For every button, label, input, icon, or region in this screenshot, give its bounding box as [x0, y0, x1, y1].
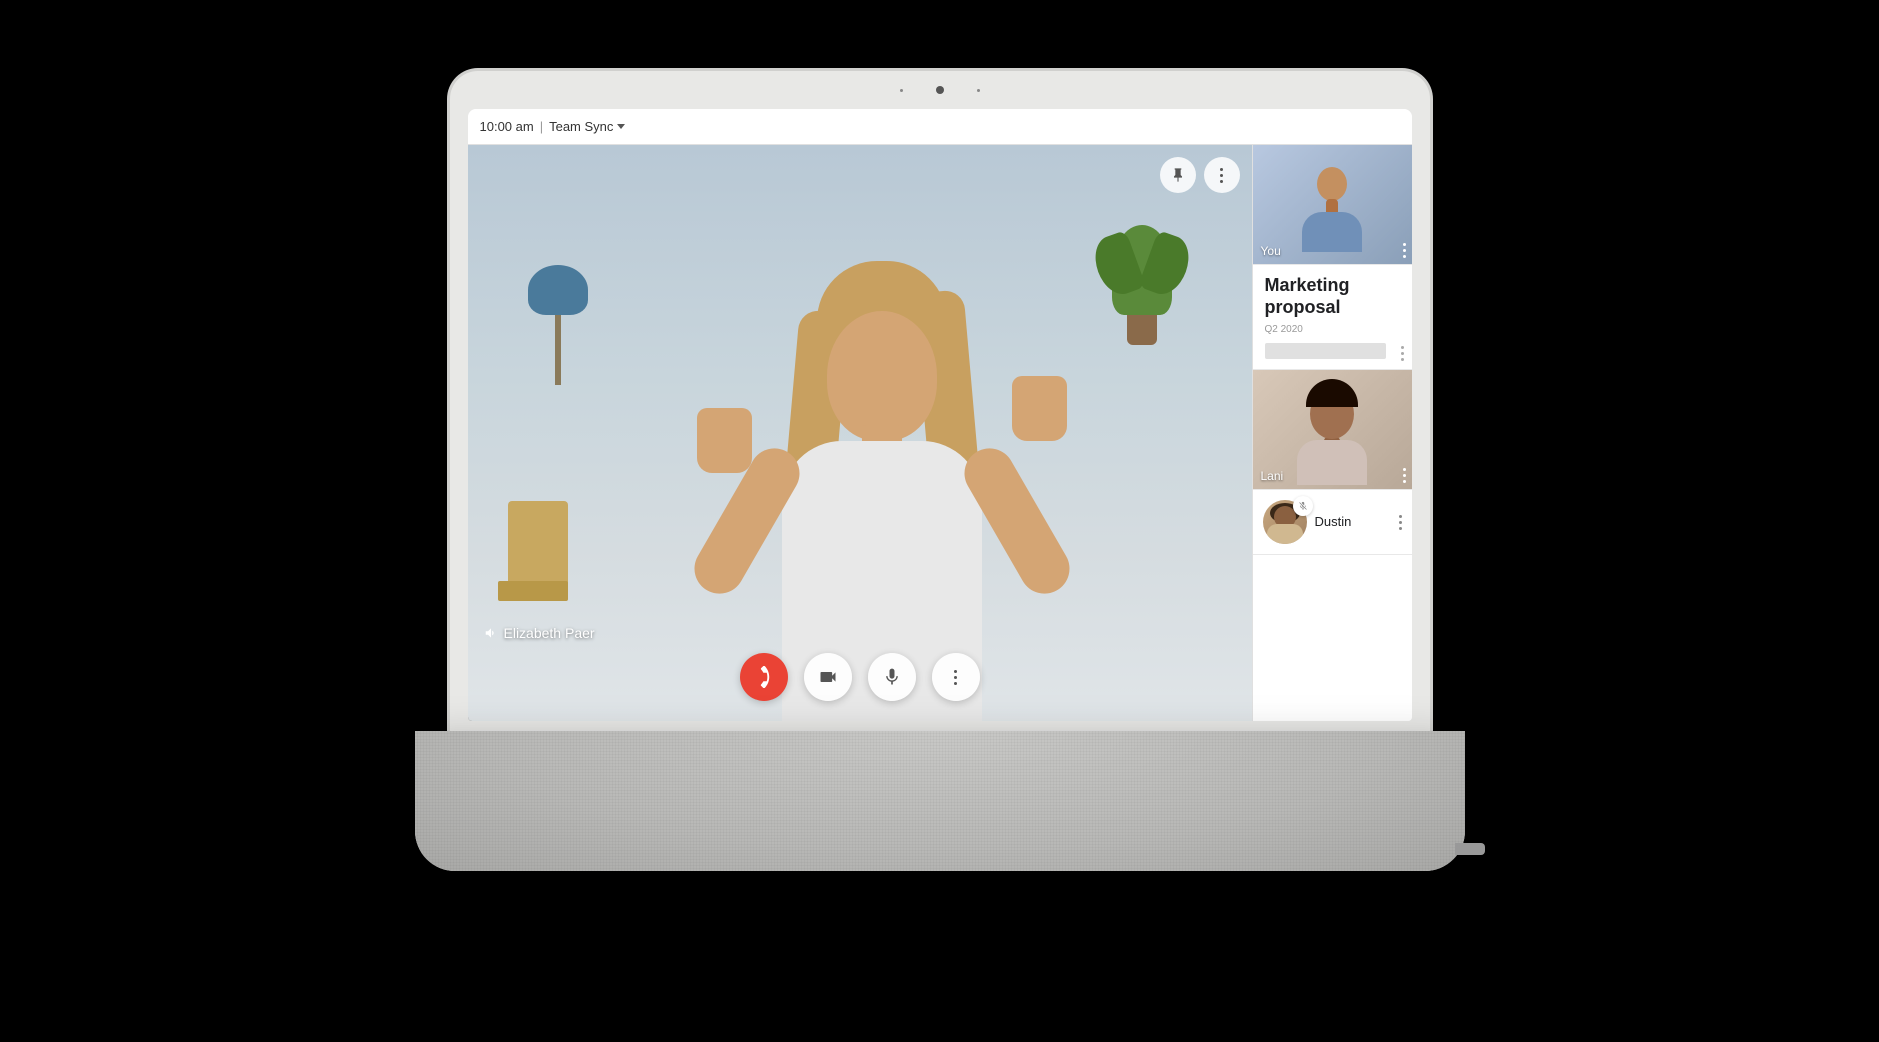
camera-lens — [936, 86, 944, 94]
participant-name-text: Elizabeth Paer — [504, 625, 595, 641]
mute-icon — [1298, 501, 1308, 511]
hangup-icon — [753, 666, 775, 688]
you-more-icon — [1403, 243, 1406, 258]
lani-hair — [1306, 379, 1358, 407]
document-tile[interactable]: Marketing proposal Q2 2020 — [1253, 265, 1412, 370]
video-more-button[interactable] — [1204, 157, 1240, 193]
woman-hand-right — [1012, 376, 1067, 441]
pin-icon — [1170, 167, 1186, 183]
device-stand — [415, 731, 1465, 871]
dustin-body — [1267, 524, 1303, 544]
dustin-participant-row: Dustin — [1253, 490, 1412, 555]
header-bar: 10:00 am | Team Sync — [468, 109, 1412, 145]
lani-more-button[interactable] — [1403, 468, 1406, 483]
you-figure — [1292, 157, 1372, 252]
more-dots-icon — [1220, 168, 1223, 183]
participant-name-overlay: Elizabeth Paer — [484, 625, 595, 641]
you-participant-tile: You — [1253, 145, 1412, 265]
doc-preview-bar — [1265, 343, 1387, 359]
bg-chair — [498, 501, 578, 641]
pin-button[interactable] — [1160, 157, 1196, 193]
dustin-avatar-wrapper — [1263, 500, 1307, 544]
you-label: You — [1261, 244, 1281, 258]
lani-label: Lani — [1261, 469, 1284, 483]
lamp-shade — [528, 265, 588, 315]
doc-more-button[interactable] — [1401, 346, 1404, 361]
hangup-button[interactable] — [740, 653, 788, 701]
dustin-name: Dustin — [1315, 514, 1352, 529]
call-area: Elizabeth Paer — [468, 145, 1412, 721]
google-nest-hub-device: 10:00 am | Team Sync — [415, 71, 1465, 971]
bg-plant — [1112, 225, 1172, 345]
camera-toggle-button[interactable] — [804, 653, 852, 701]
lamp-stand — [555, 315, 561, 385]
header-separator: | — [540, 119, 543, 134]
more-options-button[interactable] — [932, 653, 980, 701]
camera-indicator-right — [977, 89, 980, 92]
bg-lamp — [528, 265, 588, 385]
lani-more-icon — [1403, 468, 1406, 483]
device-screen-housing: 10:00 am | Team Sync — [450, 71, 1430, 731]
mic-toggle-button[interactable] — [868, 653, 916, 701]
speaker-fabric — [415, 731, 1465, 871]
meeting-dropdown-icon — [617, 124, 625, 129]
main-participant-figure — [662, 151, 1102, 721]
dustin-info: Dustin — [1315, 513, 1399, 531]
you-head — [1317, 167, 1347, 201]
meeting-name[interactable]: Team Sync — [549, 119, 625, 134]
mic-icon — [882, 667, 902, 687]
power-port — [1455, 843, 1485, 855]
dustin-more-icon — [1399, 515, 1402, 530]
doc-title: Marketing proposal — [1265, 275, 1400, 318]
dustin-more-button[interactable] — [1399, 515, 1402, 530]
right-panel: You Marketing proposal Q2 2020 — [1252, 145, 1412, 721]
more-options-icon — [954, 670, 957, 685]
dustin-mute-badge — [1293, 496, 1313, 516]
camera-indicator-left — [900, 89, 903, 92]
doc-subtitle: Q2 2020 — [1265, 324, 1400, 335]
lani-participant-tile: Lani — [1253, 370, 1412, 490]
speaker-wave-icon — [484, 626, 498, 640]
doc-more-icon — [1401, 346, 1404, 361]
woman-head — [827, 311, 937, 441]
call-controls — [468, 653, 1252, 701]
you-more-button[interactable] — [1403, 243, 1406, 258]
camera-bar — [450, 71, 1430, 109]
woman-hand-left — [697, 408, 752, 473]
camera-icon — [818, 667, 838, 687]
main-video-area: Elizabeth Paer — [468, 145, 1252, 721]
you-body — [1302, 212, 1362, 252]
lani-figure — [1282, 375, 1382, 485]
screen-content: 10:00 am | Team Sync — [468, 109, 1412, 721]
video-overlay-controls — [1160, 157, 1240, 193]
screen-bezel: 10:00 am | Team Sync — [468, 109, 1412, 721]
lani-body — [1297, 440, 1367, 485]
meeting-time: 10:00 am — [480, 119, 534, 134]
